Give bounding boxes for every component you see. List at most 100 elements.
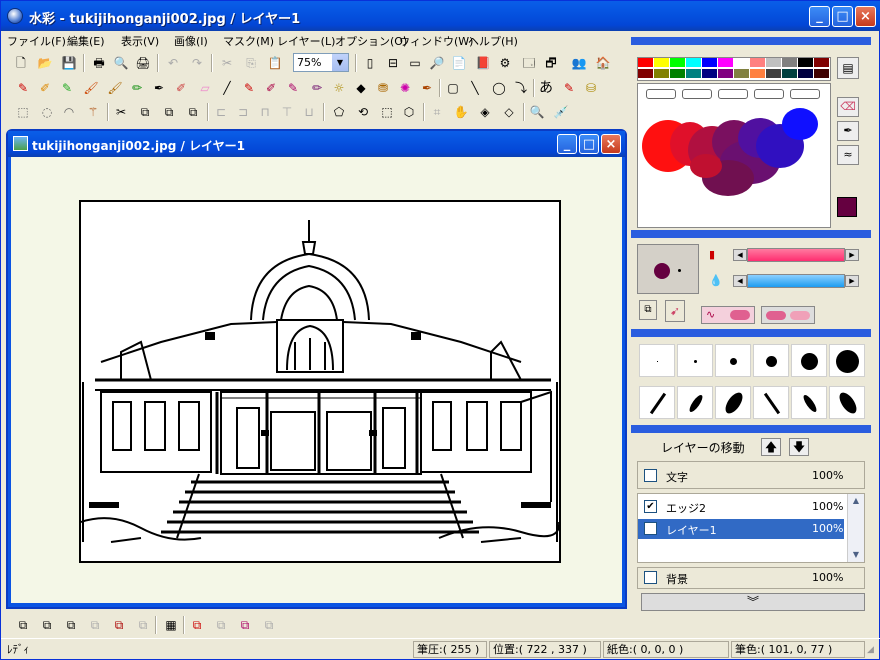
expand-chevron-icon[interactable]: ︾ [641, 593, 865, 611]
color-swatch[interactable] [638, 69, 653, 78]
color-swatch[interactable] [718, 69, 733, 78]
palette-menu-icon[interactable]: ▤ [837, 57, 859, 79]
menu-help[interactable]: ヘルプ(H) [468, 33, 518, 49]
brush-mode-icon[interactable]: ⧉ [639, 300, 657, 320]
color-swatch[interactable] [798, 69, 813, 78]
color-swatch[interactable] [766, 69, 781, 78]
scroll-up-icon[interactable]: ▲ [848, 494, 864, 508]
color-swatch[interactable] [686, 69, 701, 78]
lasso-select-icon[interactable]: ◠ [59, 102, 79, 122]
zoom-in-box-icon[interactable]: ◈ [475, 102, 495, 122]
flat-brush-icon[interactable]: 🖌 [105, 78, 125, 98]
layer-delete-icon[interactable]: ⧉ [109, 615, 129, 635]
ellipse-select-icon[interactable]: ◌ [37, 102, 57, 122]
page-icon[interactable]: ▯ [360, 53, 380, 73]
layer-visibility-checkbox[interactable]: ✔ [644, 500, 657, 513]
align-top-icon[interactable]: ⊓ [255, 102, 275, 122]
brush-tip-8[interactable] [677, 386, 713, 419]
print-icon[interactable]: 🖶 [89, 53, 109, 73]
pencil-icon[interactable]: ✏ [127, 78, 147, 98]
ellipse-tool-icon[interactable]: ◯ [489, 78, 509, 98]
pen-icon[interactable]: ✎ [13, 78, 33, 98]
water-left-arrow[interactable]: ◀ [733, 275, 747, 287]
color-swatch[interactable] [654, 69, 669, 78]
window-icon[interactable]: ▭ [405, 53, 425, 73]
menu-layer[interactable]: レイヤー(L) [277, 33, 335, 49]
stroke-style-toggle[interactable]: ∿ [701, 306, 755, 324]
selection-paste-icon[interactable]: ⧉ [183, 102, 203, 122]
layer-visibility-checkbox[interactable] [644, 522, 657, 535]
color-swatch[interactable] [670, 58, 685, 67]
magic-wand-icon[interactable]: ⚚ [83, 102, 103, 122]
mixer-blend-icon[interactable]: ≈ [837, 145, 859, 165]
watercolor-icon[interactable]: ✏ [307, 78, 327, 98]
menu-mask[interactable]: マスク(M) [223, 33, 274, 49]
brush-tip-1[interactable] [639, 344, 675, 377]
new-layer-icon[interactable]: ⧉ [13, 615, 33, 635]
doc-close-button[interactable]: × [601, 134, 621, 154]
print-setup-icon[interactable]: 🖨 [133, 53, 153, 73]
color-swatch[interactable] [782, 58, 797, 67]
clear-mixer-icon[interactable]: ⌫ [837, 97, 859, 117]
color-swatch[interactable] [638, 58, 653, 67]
image-preview-icon[interactable]: 🔎 [427, 53, 447, 73]
mixer-slot[interactable] [754, 89, 784, 99]
brush-tip-3[interactable] [715, 344, 751, 377]
close-button[interactable]: × [855, 6, 876, 27]
display-icon[interactable]: 🗔 [519, 53, 539, 73]
fill-bucket-icon[interactable]: ◆ [351, 78, 371, 98]
blend-style-toggle[interactable] [761, 306, 815, 324]
color-swatch[interactable] [750, 69, 765, 78]
transform-icon[interactable]: ⬠ [329, 102, 349, 122]
arrow-up-icon[interactable]: 🡅 [761, 438, 781, 456]
rectangle-tool-icon[interactable]: ▢ [443, 78, 463, 98]
mixer-slot[interactable] [646, 89, 676, 99]
thin-pencil-icon[interactable]: ╱ [217, 78, 237, 98]
menu-file[interactable]: ファイル(F) [7, 33, 66, 49]
copy-icon[interactable]: ⎘ [241, 53, 261, 73]
sparkle-icon[interactable]: ☼ [329, 78, 349, 98]
selection-copy-icon[interactable]: ⧉ [159, 102, 179, 122]
density-left-arrow[interactable]: ◀ [733, 249, 747, 261]
hand-icon[interactable]: ✋ [451, 102, 471, 122]
drawing-canvas[interactable] [79, 200, 561, 563]
layer-row-edge2[interactable]: ✔ エッジ2 100% [638, 497, 864, 517]
layer-row-background[interactable]: 背景 100% [638, 568, 864, 588]
cut-icon[interactable]: ✂ [217, 53, 237, 73]
scale-icon[interactable]: ⬚ [377, 102, 397, 122]
doc-maximize-button[interactable]: □ [579, 134, 599, 154]
color-swatch[interactable] [670, 69, 685, 78]
brush-tip-2[interactable] [677, 344, 713, 377]
brush-tip-4[interactable] [753, 344, 789, 377]
color-swatch[interactable] [814, 69, 829, 78]
layer-visibility-checkbox[interactable] [644, 469, 657, 482]
home-icon[interactable]: 🏠 [593, 53, 613, 73]
zoom-select[interactable]: 75% ▼ [293, 53, 349, 72]
density-slider[interactable] [747, 248, 845, 262]
people-icon[interactable]: 👥 [569, 53, 589, 73]
color-swatch[interactable] [686, 58, 701, 67]
blur-icon[interactable]: ✎ [239, 78, 259, 98]
align-bottom-icon[interactable]: ⊔ [299, 102, 319, 122]
canvas-size-icon[interactable]: ⊟ [383, 53, 403, 73]
document-icon[interactable]: 📄 [449, 53, 469, 73]
color-swatch[interactable] [814, 58, 829, 67]
align-left-icon[interactable]: ⊏ [211, 102, 231, 122]
scroll-down-icon[interactable]: ▼ [848, 548, 864, 562]
mask-delete-icon[interactable]: ⧉ [259, 615, 279, 635]
current-color-swatch[interactable] [837, 197, 857, 217]
align-middle-icon[interactable]: ⊤ [277, 102, 297, 122]
rotate-icon[interactable]: ⟲ [353, 102, 373, 122]
brush-tip-10[interactable] [753, 386, 789, 419]
mixer-dropper-icon[interactable]: ✒ [837, 121, 859, 141]
color-swatch[interactable] [734, 69, 749, 78]
layer-row-text[interactable]: 文字 100% [638, 466, 864, 486]
color-swatch[interactable] [782, 69, 797, 78]
layer-lock-icon[interactable]: ⧉ [133, 615, 153, 635]
save-icon[interactable]: 💾 [59, 53, 79, 73]
color-swatch[interactable] [702, 58, 717, 67]
density-right-arrow[interactable]: ▶ [845, 249, 859, 261]
mixer-slot[interactable] [682, 89, 712, 99]
fit-icon[interactable]: ◇ [499, 102, 519, 122]
brush-tip-11[interactable] [791, 386, 827, 419]
